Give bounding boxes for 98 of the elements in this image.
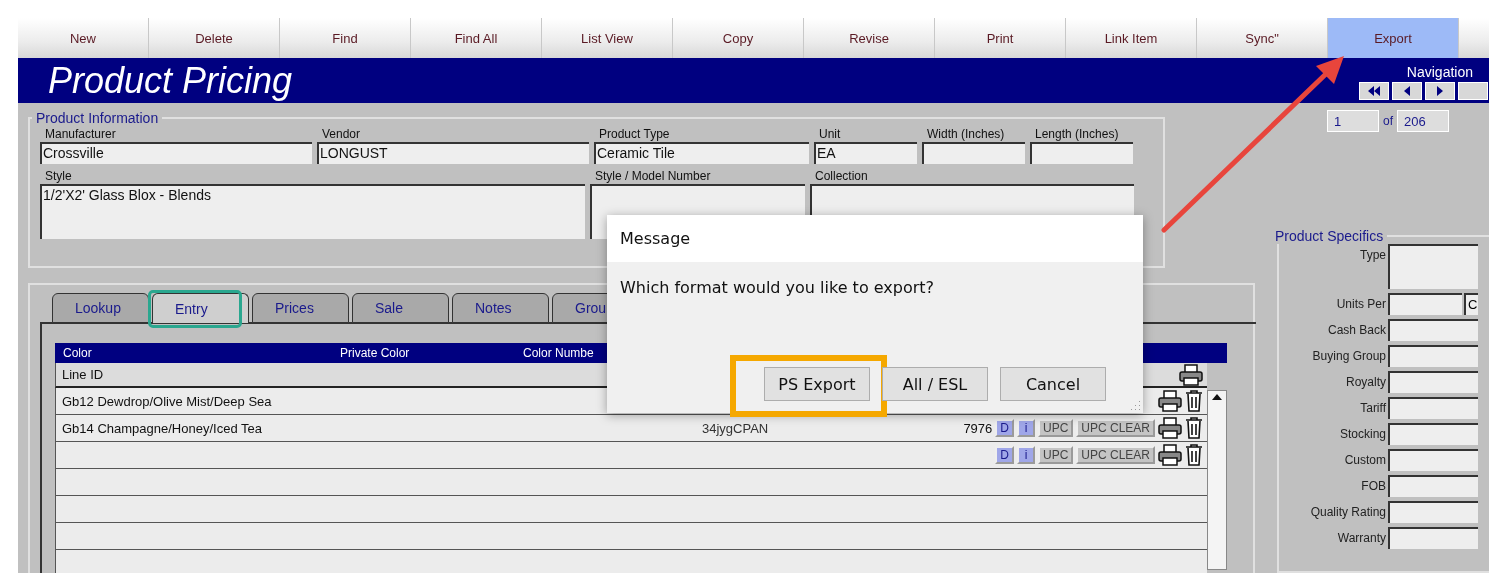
page-title: Product Pricing (48, 59, 293, 102)
toolbar-button[interactable]: Export (1328, 18, 1459, 58)
field-label: Vendor (321, 126, 362, 142)
last-record-button[interactable] (1458, 81, 1488, 100)
printer-icon[interactable] (1158, 390, 1182, 412)
tab[interactable]: Lookup (52, 293, 149, 323)
table-action-button[interactable]: i (1016, 419, 1035, 437)
field-label: Width (Inches) (926, 126, 1006, 142)
column-header: Color (63, 346, 93, 360)
toolbar-button[interactable]: Revise (804, 18, 935, 58)
tab[interactable]: Sale (352, 293, 449, 323)
input-field[interactable] (1388, 293, 1462, 315)
table-action-button[interactable]: D (995, 419, 1014, 437)
upc-button[interactable]: UPC (1037, 446, 1074, 464)
field-label: Cash Back (1326, 322, 1386, 337)
table-action-button[interactable]: i (1016, 446, 1035, 464)
printer-icon[interactable] (1158, 444, 1182, 466)
field-label: Length (Inches) (1034, 126, 1120, 142)
input-field[interactable] (922, 142, 1025, 164)
input-field[interactable]: Ceramic Tile (594, 142, 809, 164)
field-label: Style (44, 168, 73, 184)
dialog-button[interactable]: All / ESL (882, 367, 988, 401)
column-header: Private Color (340, 346, 411, 360)
previous-record-button[interactable] (1392, 81, 1422, 100)
field-label: FOB (1360, 478, 1386, 493)
tab[interactable]: Prices (252, 293, 349, 323)
input-field[interactable] (1388, 501, 1478, 523)
field-label: Product Type (598, 126, 671, 142)
dialog-button[interactable]: PS Export (764, 367, 870, 401)
input-field[interactable] (1388, 475, 1478, 497)
input-field[interactable] (1388, 527, 1478, 549)
panel-legend: Product Specifics (1271, 228, 1388, 244)
input-field[interactable] (1388, 319, 1478, 341)
field-label: Tariff (1359, 400, 1386, 415)
field-label: Stocking (1338, 426, 1386, 441)
toolbar-button[interactable]: Link Item (1066, 18, 1197, 58)
next-record-button[interactable] (1425, 81, 1455, 100)
trash-icon[interactable] (1185, 390, 1203, 412)
input-field[interactable]: 1/2'X2' Glass Blox - Blends (40, 184, 585, 239)
toolbar-button[interactable]: New (18, 18, 149, 58)
dialog-button[interactable]: Cancel (1000, 367, 1106, 401)
field-label: Collection (814, 168, 869, 184)
panel-legend: Product Information (32, 110, 163, 126)
table-action-button[interactable]: D (995, 446, 1014, 464)
field-label: Units Per (1335, 296, 1386, 311)
toolbar-button[interactable]: Find (280, 18, 411, 58)
of-label: of (1383, 114, 1393, 128)
tab[interactable]: Notes (452, 293, 549, 323)
dialog-title: Message (620, 229, 691, 248)
toolbar-button[interactable]: Find All (411, 18, 542, 58)
input-field[interactable] (1030, 142, 1133, 164)
input-field[interactable]: C (1464, 293, 1478, 315)
field-label: Warranty (1336, 530, 1386, 545)
field-label: Style / Model Number (594, 168, 712, 184)
field-label: Type (1359, 247, 1386, 262)
left-arrow-icon (1403, 85, 1411, 96)
table-cell-text: Gb12 Dewdrop/Olive Mist/Deep Sea (62, 393, 273, 409)
toolbar-button[interactable]: Print (935, 18, 1066, 58)
trash-icon[interactable] (1185, 417, 1203, 439)
double-left-arrow-icon (1367, 85, 1381, 96)
input-field[interactable] (1388, 345, 1478, 367)
table-cell-text: 34jygCPAN (702, 420, 770, 436)
field-label: Unit (818, 126, 842, 142)
resize-grip-icon[interactable] (1129, 399, 1141, 411)
record-total-field: 206 (1397, 110, 1449, 132)
table-cell: 7976 (963, 420, 993, 436)
upc-button[interactable]: UPC (1037, 419, 1074, 437)
toolbar-button[interactable]: Copy (673, 18, 804, 58)
right-arrow-icon (1436, 85, 1444, 96)
trash-icon[interactable] (1185, 444, 1203, 466)
input-field[interactable] (1388, 371, 1478, 393)
upc-button[interactable]: UPC CLEAR (1076, 419, 1155, 437)
column-header: Color Numbe (523, 346, 595, 360)
input-field[interactable]: EA (814, 142, 917, 164)
field-label: Buying Group (1311, 348, 1386, 363)
scroll-up-icon[interactable] (1211, 393, 1223, 401)
upc-button[interactable]: UPC CLEAR (1076, 446, 1155, 464)
input-field[interactable] (1388, 423, 1478, 445)
first-record-button[interactable] (1359, 81, 1389, 100)
input-field[interactable] (1388, 397, 1478, 419)
input-field[interactable]: Crossville (40, 142, 312, 164)
printer-icon[interactable] (1179, 363, 1203, 386)
field-label: Quality Rating (1309, 504, 1386, 519)
navigation-label: Navigation (1406, 63, 1473, 80)
input-field[interactable]: LONGUST (317, 142, 589, 164)
scrollbar[interactable] (1207, 390, 1227, 570)
toolbar-button[interactable]: Delete (149, 18, 280, 58)
toolbar-button[interactable]: List View (542, 18, 673, 58)
table-cell-text: Gb14 Champagne/Honey/Iced Tea (62, 420, 263, 436)
table-cell-text: Line ID (62, 367, 105, 382)
input-field[interactable] (1388, 449, 1478, 471)
field-label: Royalty (1345, 374, 1386, 389)
field-label: Custom (1343, 452, 1386, 467)
record-number-field[interactable]: 1 (1327, 110, 1379, 132)
input-field[interactable] (1388, 244, 1478, 289)
printer-icon[interactable] (1158, 417, 1182, 439)
field-label: Manufacturer (44, 126, 117, 142)
toolbar-button[interactable]: Sync" (1197, 18, 1328, 58)
